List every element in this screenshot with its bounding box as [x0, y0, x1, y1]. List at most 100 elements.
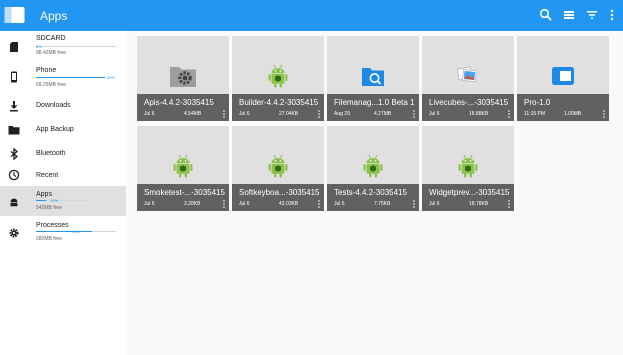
more-vert-icon[interactable]	[222, 110, 226, 118]
app-tile[interactable]: Apis-4.4.2-3035415 Jul 6 4.54MB	[137, 36, 229, 121]
tile-footer: Smoketest-...-3035415 Jul 6 3.28KB	[137, 184, 229, 211]
tile-footer: Widgetprev...-3035415 Jul 6 18.78KB	[422, 184, 514, 211]
app-logo-icon[interactable]	[4, 6, 25, 24]
sidebar-item-label: Bluetooth	[36, 150, 66, 157]
storage-free: 280MB free	[36, 236, 62, 242]
tile-footer: Tests-4.4.2-3035415 Jul 6 7.75KB	[327, 184, 419, 211]
sidebar-item-recent[interactable]: Recent	[0, 163, 126, 187]
tile-date: Jul 6	[144, 111, 155, 117]
sdcard-icon	[10, 42, 18, 52]
bluetooth-icon	[10, 148, 19, 160]
sidebar-item-label: Phone	[36, 67, 57, 74]
app-tile[interactable]: Builder-4.4.2-3035415 Jul 6 27.04KB	[232, 36, 324, 121]
more-vert-icon[interactable]	[412, 110, 416, 118]
folder-app-icon	[552, 67, 574, 85]
photos-icon	[456, 66, 477, 83]
sidebar-item-downloads[interactable]: Downloads	[0, 94, 126, 118]
tile-size: 43.03KB	[279, 201, 299, 207]
tile-name: Softkeyboa...-3035415	[239, 188, 320, 197]
tile-name: Builder-4.4.2-3035415	[239, 98, 319, 107]
more-vert-icon[interactable]	[507, 200, 511, 208]
tile-date: Jul 6	[239, 201, 250, 207]
android-icon	[10, 198, 18, 207]
storage-free: 542MB free	[36, 205, 62, 211]
history-icon	[8, 169, 20, 181]
storage-free: 69.25MB free	[36, 82, 67, 88]
more-vert-icon[interactable]	[317, 200, 321, 208]
more-vert-icon[interactable]	[602, 110, 606, 118]
tile-date: Aug 29	[334, 111, 350, 117]
storage-free: 98.42MB free	[36, 50, 67, 56]
app-tile[interactable]: Smoketest-...-3035415 Jul 6 3.28KB	[137, 126, 229, 211]
page-title: Apps	[40, 9, 68, 23]
storage-percent: 1%	[36, 44, 42, 49]
tile-name: Apis-4.4.2-3035415	[144, 98, 214, 107]
tile-name: Smoketest-...-3035415	[144, 188, 225, 197]
android-icon	[268, 64, 288, 88]
tile-name: Widgetprev...-3035415	[429, 188, 510, 197]
android-icon	[363, 154, 383, 178]
tile-size: 1.09MB	[564, 111, 582, 117]
tile-size: 27.04KB	[279, 111, 299, 117]
tile-size: 18.78KB	[469, 201, 489, 207]
tile-date: 11:15 PM	[524, 111, 546, 117]
sidebar-item-apps[interactable]: Apps 10% 542MB free	[0, 186, 126, 216]
tile-date: Jul 6	[429, 111, 440, 117]
tile-size: 4.27MB	[374, 111, 392, 117]
search-icon[interactable]	[539, 8, 553, 22]
tile-footer: Apis-4.4.2-3035415 Jul 6 4.54MB	[137, 94, 229, 121]
sidebar-item-label: App Backup	[36, 126, 74, 133]
tile-date: Jul 6	[144, 201, 155, 207]
storage-bar	[36, 46, 116, 47]
more-vert-icon[interactable]	[412, 200, 416, 208]
sidebar-item-sdcard[interactable]: SDCARD 1% 98.42MB free	[0, 31, 126, 62]
tile-footer: Filemanag...1.0 Beta 1 Aug 29 4.27MB	[327, 94, 419, 121]
sidebar: SDCARD 1% 98.42MB free Phone 39% 69.25MB…	[0, 31, 126, 355]
android-icon	[173, 154, 193, 178]
tile-name: Livecubes-...-3035415	[429, 98, 509, 107]
folder-icon	[8, 126, 20, 135]
tile-size: 18.88KB	[469, 111, 489, 117]
phone-icon	[11, 71, 17, 83]
sidebar-item-label: SDCARD	[36, 35, 66, 42]
sidebar-item-label: Apps	[36, 191, 52, 198]
tile-size: 7.75KB	[374, 201, 391, 207]
download-icon	[10, 101, 18, 112]
app-tile[interactable]: Widgetprev...-3035415 Jul 6 18.78KB	[422, 126, 514, 211]
tile-date: Jul 6	[334, 201, 345, 207]
tile-size: 4.54MB	[184, 111, 202, 117]
app-bar: Apps	[0, 0, 623, 31]
storage-percent: 44%	[72, 229, 81, 234]
more-vert-icon[interactable]	[222, 200, 226, 208]
sidebar-item-label: Downloads	[36, 102, 71, 109]
settings-app-icon	[170, 67, 196, 87]
tile-footer: Builder-4.4.2-3035415 Jul 6 27.04KB	[232, 94, 324, 121]
app-tile[interactable]: Softkeyboa...-3035415 Jul 6 43.03KB	[232, 126, 324, 211]
tile-name: Tests-4.4.2-3035415	[334, 188, 407, 197]
storage-bar	[36, 77, 106, 78]
more-vert-icon[interactable]	[317, 110, 321, 118]
storage-percent: 10%	[50, 198, 59, 203]
sidebar-item-phone[interactable]: Phone 39% 69.25MB free	[0, 62, 126, 94]
storage-percent: 39%	[107, 75, 116, 80]
sidebar-item-app-backup[interactable]: App Backup	[0, 118, 126, 142]
android-icon	[268, 154, 288, 178]
sidebar-item-processes[interactable]: Processes 44% 280MB free	[0, 217, 126, 247]
storage-bar	[36, 200, 88, 201]
more-options-icon[interactable]	[605, 8, 619, 22]
tile-footer: Livecubes-...-3035415 Jul 6 18.88KB	[422, 94, 514, 121]
android-icon	[458, 154, 478, 178]
tile-size: 3.28KB	[184, 201, 201, 207]
more-vert-icon[interactable]	[507, 110, 511, 118]
tile-name: Filemanag...1.0 Beta 1	[334, 98, 415, 107]
tile-name: Pro-1.0	[524, 98, 551, 107]
gear-icon	[9, 228, 19, 238]
view-list-icon[interactable]	[562, 8, 576, 22]
app-tile[interactable]: Livecubes-...-3035415 Jul 6 18.88KB	[422, 36, 514, 121]
app-tile[interactable]: Pro-1.0 11:15 PM 1.09MB	[517, 36, 609, 121]
sort-icon[interactable]	[585, 8, 599, 22]
sidebar-item-label: Recent	[36, 172, 59, 179]
app-tile[interactable]: Filemanag...1.0 Beta 1 Aug 29 4.27MB	[327, 36, 419, 121]
app-tile[interactable]: Tests-4.4.2-3035415 Jul 6 7.75KB	[327, 126, 419, 211]
tile-date: Jul 6	[429, 201, 440, 207]
